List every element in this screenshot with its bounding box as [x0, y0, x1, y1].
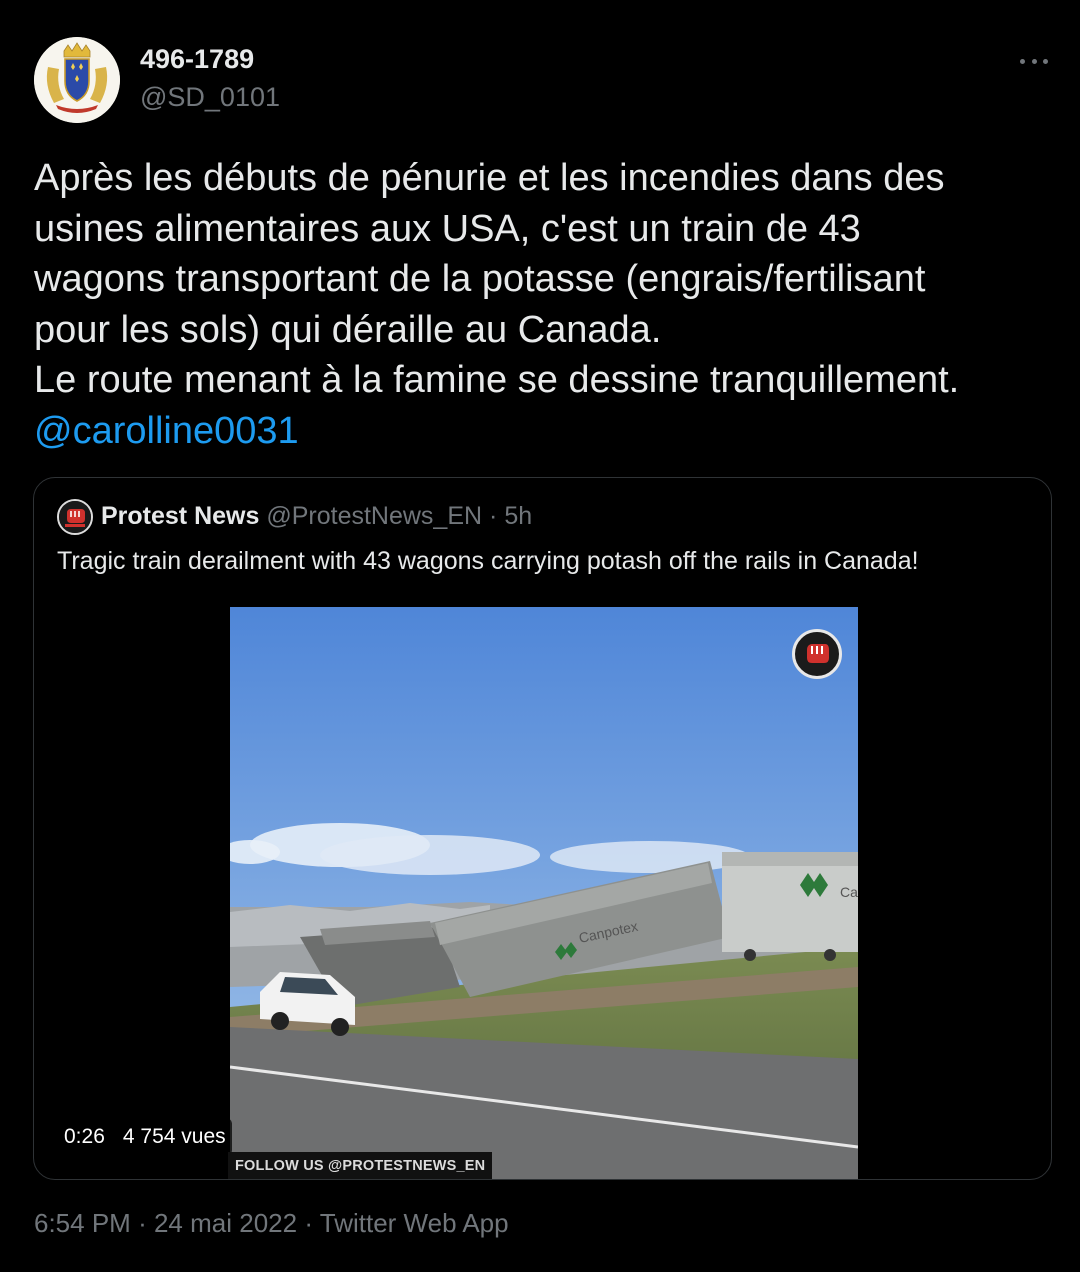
wagon-label-partial: Ca [840, 884, 858, 900]
quote-avatar[interactable] [57, 499, 93, 535]
more-dot-icon [1043, 58, 1048, 64]
tweet-text: Après les débuts de pénurie et les incen… [34, 153, 1064, 456]
video-views: 4 754 vues [122, 1125, 226, 1148]
protest-news-watermark [792, 629, 842, 679]
tweet-date[interactable]: 24 mai 2022 [154, 1208, 297, 1238]
quote-separator: · [489, 502, 498, 530]
tweet-metadata: 6:54 PM · 24 mai 2022 · Twitter Web App [34, 1208, 509, 1239]
fist-logo-icon [59, 501, 91, 533]
more-dot-icon [1031, 58, 1037, 64]
author-name[interactable]: 496-1789 [140, 44, 254, 75]
tweet-line: pour les sols) qui déraille au Canada. [34, 308, 662, 351]
meta-separator: · [138, 1208, 147, 1238]
tweet-line: Après les débuts de pénurie et les incen… [34, 157, 945, 199]
tweet-line: usines alimentaires aux USA, c'est un tr… [34, 207, 861, 250]
mention-link[interactable]: @carolline0031 [34, 406, 1064, 457]
coat-of-arms-icon [34, 37, 120, 123]
author-handle[interactable]: @SD_0101 [140, 82, 280, 113]
author-avatar[interactable] [34, 37, 120, 123]
quote-author-name[interactable]: Protest News [101, 502, 259, 530]
video-player[interactable]: Canpotex Ca [230, 607, 858, 1179]
quote-header: Protest News @ProtestNews_EN · 5h [101, 502, 532, 531]
more-options-button[interactable] [1016, 47, 1052, 75]
derailment-video-frame: Canpotex Ca [230, 607, 858, 1179]
tweet-time[interactable]: 6:54 PM [34, 1208, 131, 1238]
tweet-line: Le route menant à la famine se dessine t… [34, 359, 960, 401]
fist-logo-icon [807, 644, 829, 663]
more-dot-icon [1020, 58, 1025, 64]
quote-author-handle[interactable]: @ProtestNews_EN [266, 502, 482, 530]
meta-separator: · [304, 1208, 313, 1238]
video-duration: 0:26 [64, 1125, 105, 1148]
upright-wagon: Ca [722, 852, 858, 961]
follow-banner: FOLLOW US @PROTESTNEWS_EN [228, 1152, 493, 1179]
quote-text: Tragic train derailment with 43 wagons c… [57, 547, 919, 575]
quoted-tweet-card[interactable]: Protest News @ProtestNews_EN · 5h Tragic… [33, 477, 1052, 1180]
quote-timestamp[interactable]: 5h [504, 502, 532, 530]
tweet-source[interactable]: Twitter Web App [320, 1208, 509, 1238]
tweet-line: wagons transportant de la potasse (engra… [34, 258, 926, 300]
video-stats: 0:26 4 754 vues [58, 1118, 232, 1156]
